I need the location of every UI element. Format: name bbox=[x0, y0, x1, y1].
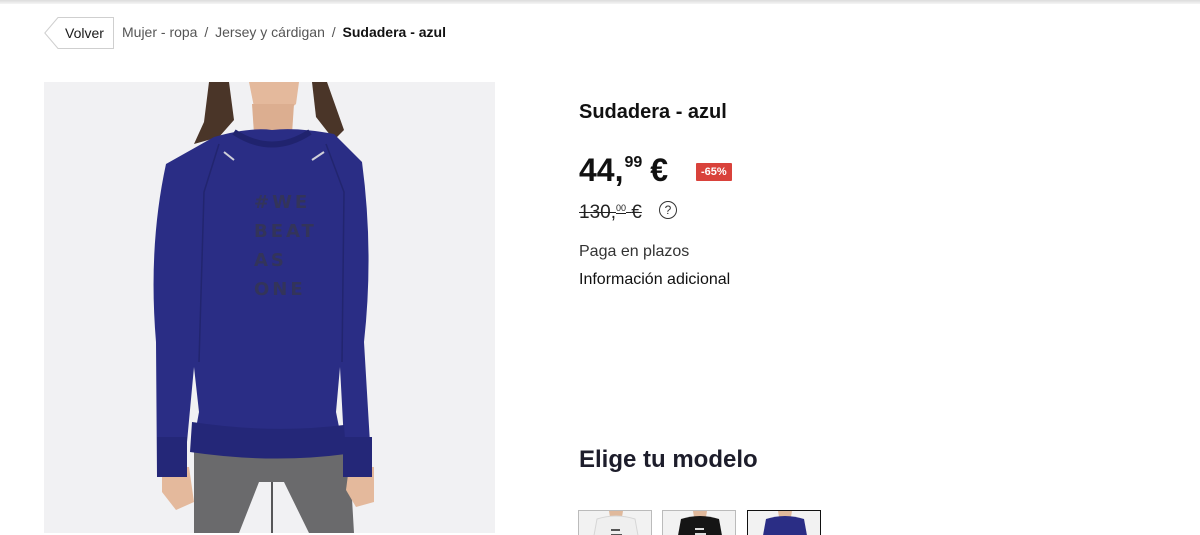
additional-info-link[interactable]: Información adicional bbox=[579, 271, 730, 289]
current-price: 44,99 € bbox=[579, 152, 668, 189]
price-decimals: 99 bbox=[624, 154, 643, 171]
white-sweatshirt-thumbnail-image bbox=[579, 511, 651, 535]
original-price: 130,00 € bbox=[579, 202, 642, 224]
product-title: Sudadera - azul bbox=[579, 101, 727, 123]
breadcrumb: Mujer - ropa / Jersey y cárdigan / Sudad… bbox=[122, 24, 446, 40]
print-line: AS bbox=[254, 250, 287, 271]
model-thumbnail-black[interactable] bbox=[662, 510, 736, 535]
old-price-integer: 130, bbox=[579, 202, 616, 223]
model-thumbnail-white[interactable] bbox=[578, 510, 652, 535]
price-currency: € bbox=[650, 152, 669, 188]
model-thumbnail-navy[interactable] bbox=[747, 510, 821, 535]
back-button[interactable]: Volver bbox=[44, 17, 114, 49]
choose-model-heading: Elige tu modelo bbox=[579, 446, 758, 473]
print-line: BEAT bbox=[254, 221, 317, 242]
discount-badge: -65% bbox=[696, 163, 732, 181]
back-button-label: Volver bbox=[65, 25, 104, 41]
old-price-currency: € bbox=[631, 202, 642, 223]
product-image[interactable]: #WE BEAT AS ONE bbox=[44, 82, 495, 533]
breadcrumb-link-mujer-ropa[interactable]: Mujer - ropa bbox=[122, 24, 197, 40]
breadcrumb-current: Sudadera - azul bbox=[342, 24, 446, 40]
black-sweatshirt-thumbnail-image bbox=[663, 511, 735, 535]
product-photo-illustration bbox=[153, 82, 374, 533]
breadcrumb-separator: / bbox=[204, 24, 209, 40]
top-shadow-bar bbox=[0, 0, 1200, 4]
print-line: ONE bbox=[254, 279, 306, 300]
print-line: #WE bbox=[254, 192, 311, 213]
breadcrumb-link-jersey-cardigan[interactable]: Jersey y cárdigan bbox=[215, 24, 325, 40]
question-circle-icon[interactable]: ? bbox=[659, 201, 677, 219]
old-price-decimals: 00 bbox=[615, 203, 626, 213]
installments-text: Paga en plazos bbox=[579, 243, 690, 260]
navy-sweatshirt-thumbnail-image bbox=[748, 511, 820, 535]
sweatshirt-print: #WE BEAT AS ONE bbox=[254, 188, 317, 304]
breadcrumb-separator: / bbox=[331, 24, 336, 40]
price-integer: 44, bbox=[579, 152, 624, 188]
